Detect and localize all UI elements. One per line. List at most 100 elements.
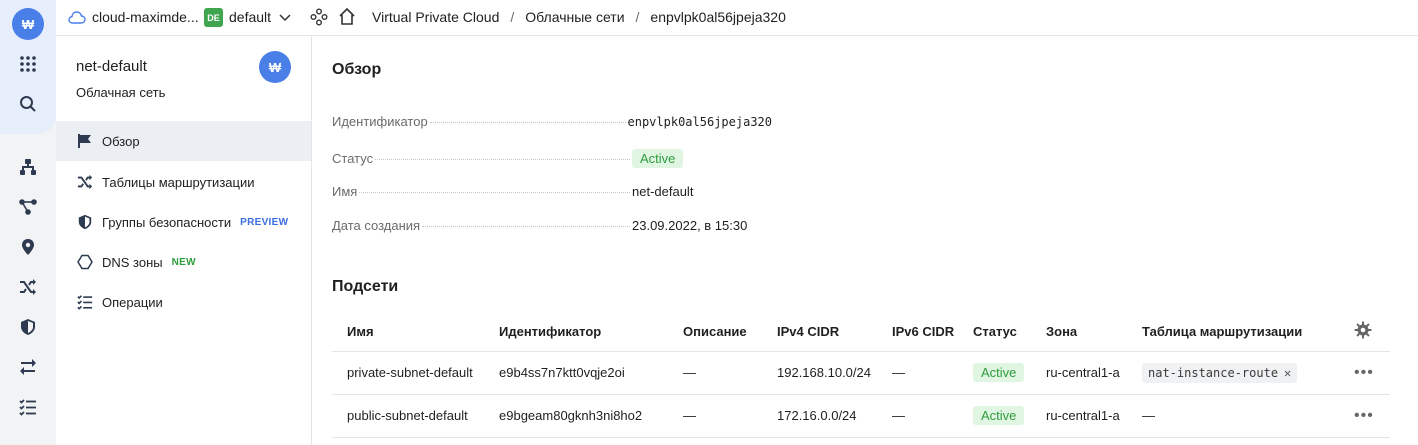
home-icon[interactable]	[337, 7, 357, 30]
subnet-name[interactable]: public-subnet-default	[332, 394, 484, 438]
more-actions-icon[interactable]: •••	[1354, 364, 1374, 381]
status-badge: Active	[973, 363, 1025, 382]
sidebar-item-label: Операции	[102, 294, 163, 310]
column-header[interactable]: Статус	[958, 312, 1031, 352]
subnets-title: Подсети	[332, 278, 399, 295]
column-header[interactable]: Таблица маршрутизации	[1127, 312, 1339, 352]
services-icon[interactable]	[310, 8, 328, 29]
sidebar-item-overview[interactable]: Обзор	[56, 121, 311, 161]
search-icon[interactable]	[14, 90, 42, 118]
network-icon[interactable]	[14, 153, 42, 181]
field-label: Идентификатор	[332, 114, 428, 129]
field-label: Имя	[332, 184, 358, 199]
cloud-name-link[interactable]: cloud-maximde...	[92, 9, 199, 25]
shield-icon	[76, 213, 94, 231]
created-date-value: 23.09.2022, в 15:30	[632, 218, 748, 233]
subnet-id: e9b4ss7n7ktt0vqje2oi	[484, 351, 668, 395]
table-settings[interactable]	[1339, 312, 1390, 352]
chevron-down-icon[interactable]	[278, 10, 292, 27]
subnet-ipv4: 192.168.10.0/24	[762, 351, 877, 395]
subnet-description: —	[668, 351, 762, 395]
shuffle-icon[interactable]	[14, 273, 42, 301]
sidebar-item-label: Таблицы маршрутизации	[102, 174, 255, 190]
sidebar-item-route-tables[interactable]: Таблицы маршрутизации	[56, 162, 311, 202]
field-status: Статус Active	[332, 149, 772, 169]
sidebar-item-label: Группы безопасности	[102, 214, 232, 230]
row-actions-cell: •••	[1339, 351, 1390, 395]
field-label: Статус	[332, 151, 374, 166]
breadcrumb-cloud-networks[interactable]: Облачные сети	[525, 9, 624, 25]
cloud-icon	[68, 9, 86, 27]
table-row[interactable]: private-subnet-default e9b4ss7n7ktt0vqje…	[332, 351, 1390, 395]
sidebar-item-operations[interactable]: Операции	[56, 282, 311, 322]
preview-tag: PREVIEW	[240, 216, 289, 228]
subnet-route-table: —	[1127, 394, 1339, 438]
folder-selector[interactable]: default	[229, 9, 271, 25]
subnet-status-cell: Active	[958, 394, 1031, 438]
status-badge: Active	[632, 149, 684, 168]
breadcrumb-separator: /	[635, 9, 640, 25]
folder-badge: DE	[204, 8, 223, 27]
subnet-zone: ru-central1-a	[1031, 351, 1127, 395]
column-header[interactable]: IPv6 CIDR	[877, 312, 958, 352]
breadcrumb-vpc[interactable]: Virtual Private Cloud	[372, 9, 499, 25]
list-check-icon[interactable]	[14, 393, 42, 421]
shield-icon[interactable]	[14, 313, 42, 341]
table-row[interactable]: public-subnet-default e9bgeam80gknh3ni8h…	[332, 394, 1390, 438]
service-avatar: ₩	[259, 51, 291, 83]
location-pin-icon[interactable]	[14, 233, 42, 261]
more-actions-icon[interactable]: •••	[1354, 407, 1374, 424]
sidebar-item-security-groups[interactable]: Группы безопасности PREVIEW	[56, 202, 311, 242]
breadcrumb: Virtual Private Cloud / Облачные сети / …	[372, 9, 786, 25]
flag-icon	[76, 132, 94, 150]
field-name: Имя net-default	[332, 184, 772, 204]
column-header[interactable]: Зона	[1031, 312, 1127, 352]
left-rail: ₩	[0, 0, 56, 445]
subnet-name[interactable]: private-subnet-default	[332, 351, 484, 395]
route-table-chip[interactable]: nat-instance-route ✕	[1142, 363, 1298, 383]
subnet-status-cell: Active	[958, 351, 1031, 395]
close-icon[interactable]: ✕	[1284, 366, 1291, 380]
new-tag: NEW	[171, 256, 196, 268]
top-bar: cloud-maximde... DE default Virtual Priv…	[56, 0, 1418, 36]
subnet-ipv4: 172.16.0.0/24	[762, 394, 877, 438]
subnet-description: —	[668, 394, 762, 438]
subnet-ipv6: —	[877, 394, 958, 438]
subnet-ipv6: —	[877, 351, 958, 395]
column-header[interactable]: IPv4 CIDR	[762, 312, 877, 352]
breadcrumb-separator: /	[510, 9, 515, 25]
route-table-name: nat-instance-route	[1148, 366, 1279, 380]
main-content: Обзор Идентификатор enpvlpk0al56jpeja320…	[312, 36, 1418, 445]
yandex-cloud-logo[interactable]: ₩	[12, 8, 44, 40]
network-subtitle: Облачная сеть	[76, 85, 166, 100]
field-label: Дата создания	[332, 218, 421, 233]
network-title: net-default	[76, 58, 147, 75]
sidebar-item-label: Обзор	[102, 133, 140, 149]
overview-title: Обзор	[332, 61, 382, 78]
swap-arrows-icon[interactable]	[14, 353, 42, 381]
list-check-icon	[76, 293, 94, 311]
network-id-value[interactable]: enpvlpk0al56jpeja320	[628, 115, 773, 129]
row-actions-cell: •••	[1339, 394, 1390, 438]
table-header-row: Имя Идентификатор Описание IPv4 CIDR IPv…	[332, 312, 1390, 352]
network-name-value: net-default	[632, 184, 694, 199]
apps-grid-icon[interactable]	[14, 50, 42, 78]
sidebar-item-dns-zones[interactable]: DNS зоны NEW	[56, 242, 311, 282]
column-header[interactable]: Описание	[668, 312, 762, 352]
subnet-id: e9bgeam80gknh3ni8ho2	[484, 394, 668, 438]
field-created: Дата создания 23.09.2022, в 15:30	[332, 218, 772, 238]
breadcrumb-current: enpvlpk0al56jpeja320	[650, 9, 786, 25]
subnet-route-table-cell: nat-instance-route ✕	[1127, 351, 1339, 395]
shuffle-icon	[76, 173, 94, 191]
field-id: Идентификатор enpvlpk0al56jpeja320	[332, 114, 772, 134]
status-badge: Active	[973, 406, 1025, 425]
side-menu: net-default Облачная сеть ₩ Обзор Таблиц…	[56, 36, 312, 445]
sidebar-item-label: DNS зоны	[102, 254, 163, 270]
topology-icon[interactable]	[14, 193, 42, 221]
hexagon-icon	[76, 253, 94, 271]
column-header[interactable]: Идентификатор	[484, 312, 668, 352]
subnets-table: Имя Идентификатор Описание IPv4 CIDR IPv…	[332, 312, 1390, 438]
column-header[interactable]: Имя	[332, 312, 484, 352]
subnet-zone: ru-central1-a	[1031, 394, 1127, 438]
gear-icon[interactable]	[1354, 321, 1372, 342]
